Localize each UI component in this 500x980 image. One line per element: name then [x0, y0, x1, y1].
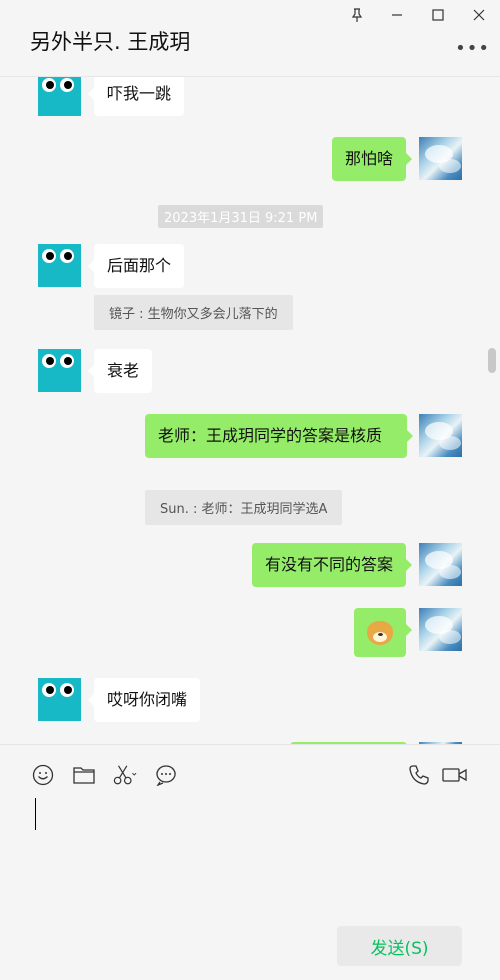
- message-bubble-received[interactable]: 后面那个: [87, 244, 185, 288]
- message-timestamp: 2023年1月31日 9:21 PM: [158, 205, 324, 228]
- quoted-message[interactable]: 镜子 : 生物你又多会儿落下的: [94, 295, 293, 330]
- doge-emoji-icon: [367, 620, 393, 645]
- message-bubble-received[interactable]: 哎呀你闭嘴: [87, 678, 201, 722]
- pin-icon[interactable]: [346, 4, 368, 26]
- more-icon[interactable]: •••: [455, 38, 490, 59]
- send-button[interactable]: 发送(S): [337, 926, 462, 966]
- self-avatar[interactable]: [419, 414, 462, 457]
- message-bubble-sent[interactable]: 老师：王成玥同学的答案是核质: [145, 414, 413, 458]
- maximize-icon[interactable]: [427, 4, 449, 26]
- minimize-icon[interactable]: [386, 4, 408, 26]
- contact-avatar[interactable]: [38, 244, 81, 287]
- emoji-icon[interactable]: [31, 763, 55, 787]
- folder-icon[interactable]: [72, 763, 96, 787]
- message-bubble-received[interactable]: 吓我一跳: [87, 77, 185, 116]
- contact-avatar[interactable]: [38, 349, 81, 392]
- quoted-message[interactable]: Sun. : 老师：王成玥同学选A: [145, 490, 343, 525]
- self-avatar[interactable]: [419, 137, 462, 180]
- video-icon[interactable]: [442, 763, 468, 787]
- close-icon[interactable]: [468, 4, 490, 26]
- contact-avatar[interactable]: [38, 678, 81, 721]
- message-bubble-received[interactable]: 衰老: [87, 349, 153, 393]
- scissors-icon[interactable]: [113, 763, 137, 787]
- phone-icon[interactable]: [407, 763, 431, 787]
- self-avatar[interactable]: [419, 543, 462, 586]
- contact-avatar[interactable]: [38, 77, 81, 116]
- title-bar: 另外半只. 王成玥 •••: [0, 0, 500, 77]
- message-bubble-sent[interactable]: 那怕啥: [331, 137, 413, 181]
- message-bubble-sent[interactable]: [354, 608, 412, 657]
- chat-bubble-icon[interactable]: [154, 763, 178, 787]
- chat-area[interactable]: 吓我一跳 那怕啥 2023年1月31日 9:21 PM 后面那个 镜子 : 生物…: [0, 77, 500, 744]
- chat-scrollbar[interactable]: [488, 348, 496, 373]
- message-bubble-sent[interactable]: 有没有不同的答案: [251, 543, 413, 587]
- chat-title: 另外半只. 王成玥: [30, 30, 191, 54]
- input-area[interactable]: 发送(S): [0, 744, 500, 980]
- self-avatar[interactable]: [419, 608, 462, 651]
- message-input[interactable]: [30, 795, 470, 915]
